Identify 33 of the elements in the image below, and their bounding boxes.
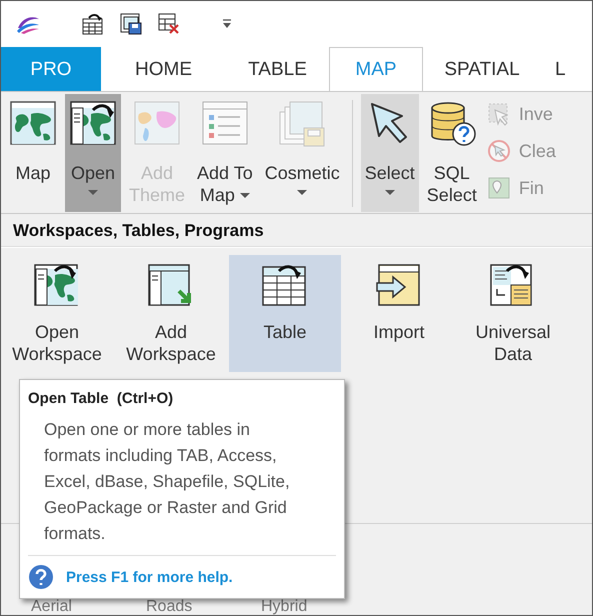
gallery-label[interactable]: Hybrid	[261, 599, 376, 615]
ribbon-button[interactable]: Cosmetic	[260, 94, 344, 212]
gallery-label[interactable]: Aerial	[31, 599, 146, 615]
ribbon-tab[interactable]: SPATIAL	[423, 47, 541, 91]
gallery-item[interactable]: Universal Data	[457, 255, 569, 372]
map-icon	[9, 100, 57, 148]
ribbon-button[interactable]: Map	[5, 94, 61, 212]
ribbon-tab[interactable]: TABLE	[226, 47, 329, 91]
map-open-icon	[69, 100, 117, 148]
panel-header: Workspaces, Tables, Programs	[1, 214, 592, 247]
ribbon-tab[interactable]: HOME	[101, 47, 226, 91]
gallery-item[interactable]: Import	[343, 255, 455, 372]
map-pin-icon	[486, 176, 511, 200]
help-text: Press F1 for more help.	[66, 568, 233, 586]
tooltip-description: Open one or more tables in formats including TAB, Access, Excel, dBase, Shapefile, SQLite, GeoPackage or Raster and Grid formats.	[43, 419, 291, 545]
gallery-item[interactable]: Add Workspace	[115, 255, 227, 372]
customize-toolbar-icon[interactable]	[221, 19, 233, 29]
ribbon-button[interactable]: Select	[360, 94, 419, 212]
gallery-item[interactable]: Open Workspace	[1, 255, 113, 372]
ribbon-button[interactable]: SQL Select	[422, 94, 481, 212]
ribbon-tab[interactable]: MAP	[329, 47, 423, 91]
ribbon-tab[interactable]: L	[541, 47, 581, 91]
layers-save-icon	[278, 100, 326, 148]
close-table-icon[interactable]	[157, 12, 181, 36]
save-window-icon[interactable]	[119, 12, 143, 36]
gallery-item[interactable]: Table	[229, 255, 341, 372]
gallery-label[interactable]: Roads	[146, 599, 261, 615]
clear-selection-icon	[486, 139, 511, 163]
table-open-icon[interactable]	[81, 12, 105, 36]
ribbon-button[interactable]: Add To Map	[193, 94, 257, 212]
ribbon-button[interactable]: Open	[65, 94, 121, 212]
tooltip-title: Open Table (Ctrl+O)	[28, 390, 174, 407]
help-icon	[28, 564, 54, 590]
